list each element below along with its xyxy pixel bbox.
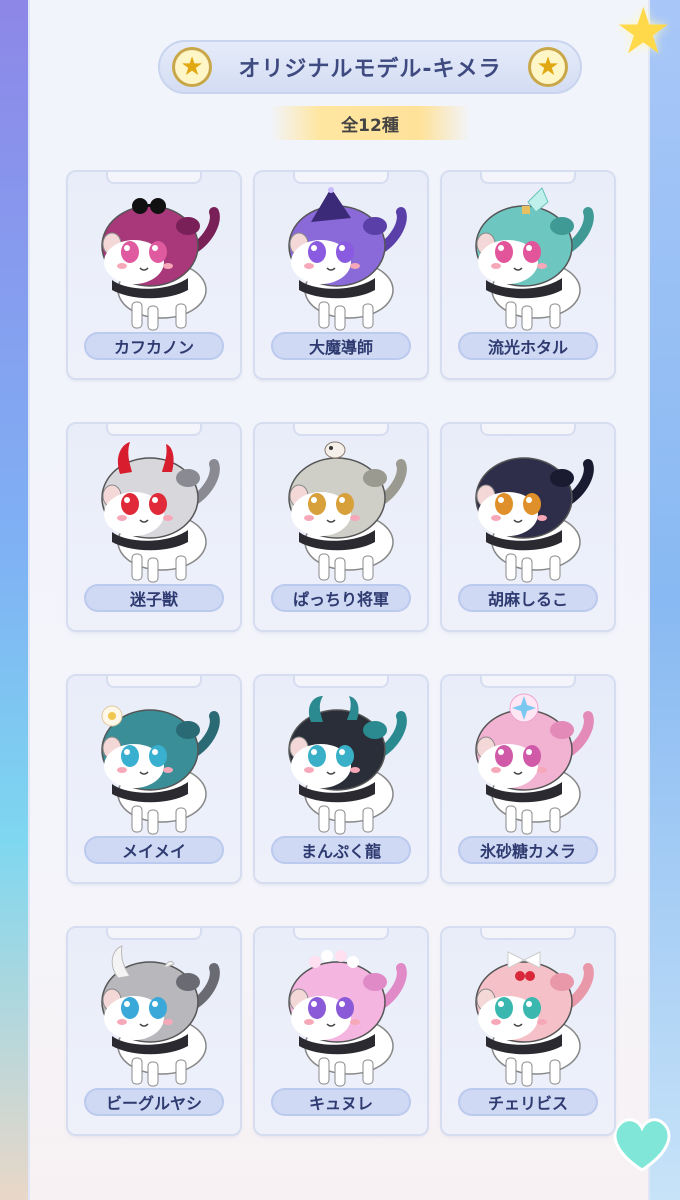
character-name-label: 大魔導師 [271, 332, 411, 360]
character-illustration [475, 187, 594, 331]
character-card[interactable]: キュヌレ [255, 928, 427, 1134]
card-tab [295, 928, 387, 938]
card-tab [108, 676, 200, 686]
card-tab [108, 172, 200, 182]
character-illustration [101, 198, 220, 331]
character-illustration [475, 693, 594, 835]
card-tab [482, 424, 574, 434]
character-illustration [288, 696, 407, 835]
character-card[interactable]: 大魔導師 [255, 172, 427, 378]
character-card[interactable]: 氷砂糖カメラ [442, 676, 614, 882]
character-illustration [101, 442, 220, 583]
character-card[interactable]: ビーグルヤシ [68, 928, 240, 1134]
count-label: 全12種 [341, 115, 399, 136]
character-name-label: 流光ホタル [458, 332, 598, 360]
heart-balloon-icon [613, 1118, 671, 1172]
character-name-label: キュヌレ [271, 1088, 411, 1116]
character-name-label: まんぷく龍 [271, 836, 411, 864]
star-icon: ★ [614, 0, 672, 69]
card-tab [482, 676, 574, 686]
card-tab [482, 172, 574, 182]
character-name-label: チェリビス [458, 1088, 598, 1116]
character-name-label: ビーグルヤシ [84, 1088, 224, 1116]
character-name-label: カフカノン [84, 332, 224, 360]
star-badge-icon: ★ [528, 47, 568, 87]
character-illustration [475, 951, 594, 1087]
character-illustration [288, 441, 407, 583]
character-name-label: メイメイ [84, 836, 224, 864]
card-tab [108, 928, 200, 938]
character-name-label: 氷砂糖カメラ [458, 836, 598, 864]
character-card[interactable]: 迷子獣 [68, 424, 240, 630]
character-card[interactable]: 流光ホタル [442, 172, 614, 378]
star-badge-icon: ★ [172, 47, 212, 87]
character-card[interactable]: チェリビス [442, 928, 614, 1134]
left-gradient-border [0, 0, 28, 1200]
card-tab [295, 676, 387, 686]
character-illustration [475, 457, 594, 583]
character-card[interactable]: メイメイ [68, 676, 240, 882]
character-name-label: 迷子獣 [84, 584, 224, 612]
character-card[interactable]: ぱっちり将軍 [255, 424, 427, 630]
character-name-label: 胡麻しるこ [458, 584, 598, 612]
character-illustration [101, 945, 220, 1087]
character-card[interactable]: 胡麻しるこ [442, 424, 614, 630]
character-card[interactable]: まんぷく龍 [255, 676, 427, 882]
character-card[interactable]: カフカノン [68, 172, 240, 378]
right-gradient-border [650, 0, 680, 1200]
character-illustration [288, 950, 407, 1087]
page-title: オリジナルモデル-キメラ [238, 57, 502, 82]
character-illustration [101, 705, 220, 835]
character-name-label: ぱっちり将軍 [271, 584, 411, 612]
card-tab [295, 424, 387, 434]
card-tab [482, 928, 574, 938]
character-illustration [288, 187, 407, 331]
title-banner: ★ オリジナルモデル-キメラ ★ [158, 40, 582, 94]
card-tab [295, 172, 387, 182]
card-tab [108, 424, 200, 434]
count-badge: 全12種 [270, 106, 470, 140]
